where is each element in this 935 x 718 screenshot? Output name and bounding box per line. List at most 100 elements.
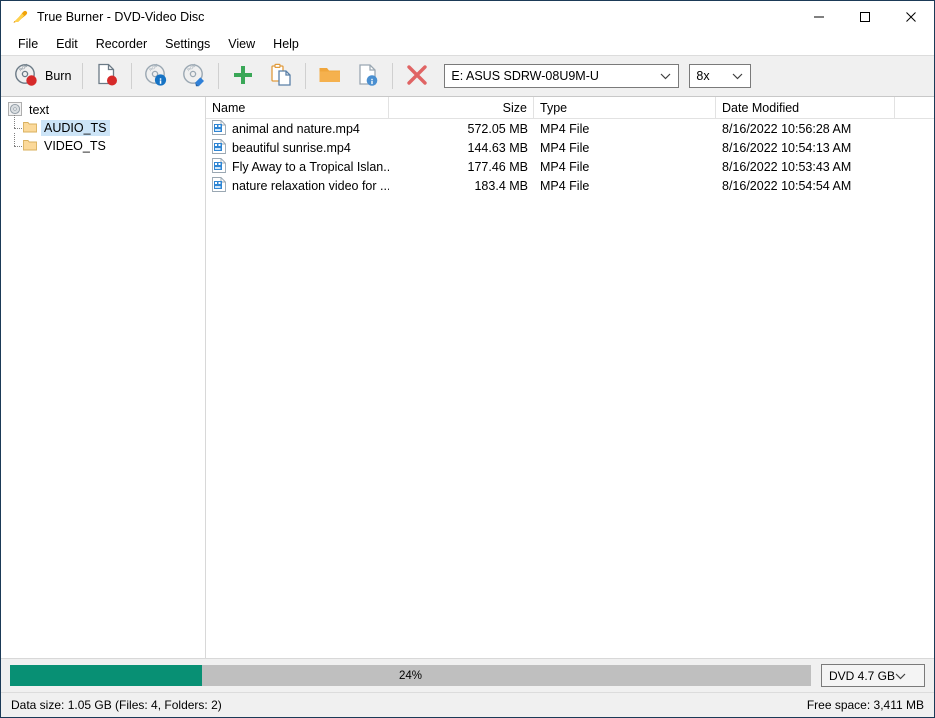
file-size-cell: 144.63 MB bbox=[389, 138, 534, 157]
file-info-icon bbox=[355, 62, 381, 91]
file-type-cell: MP4 File bbox=[534, 119, 716, 138]
video-file-icon bbox=[212, 158, 226, 176]
file-date-cell: 8/16/2022 10:53:43 AM bbox=[716, 157, 895, 176]
folder-icon bbox=[23, 138, 37, 154]
menu-recorder[interactable]: Recorder bbox=[87, 35, 156, 53]
file-date-cell: 8/16/2022 10:54:54 AM bbox=[716, 176, 895, 195]
file-list: Name Size Type Date Modified bbox=[206, 97, 934, 658]
paste-button[interactable] bbox=[262, 58, 300, 94]
file-size-cell: 183.4 MB bbox=[389, 176, 534, 195]
chevron-down-icon bbox=[732, 69, 743, 83]
folder-icon bbox=[317, 62, 343, 91]
file-info-button[interactable] bbox=[349, 58, 387, 94]
menu-view[interactable]: View bbox=[219, 35, 264, 53]
menu-bar: File Edit Recorder Settings View Help bbox=[1, 32, 934, 55]
folder-tree[interactable]: text AUDIO_TS VIDEO_TS bbox=[1, 97, 206, 658]
menu-help[interactable]: Help bbox=[264, 35, 308, 53]
burn-button[interactable]: ROM Burn bbox=[7, 58, 77, 94]
status-free-space: Free space: 3,411 MB bbox=[807, 698, 924, 712]
media-type-select[interactable]: DVD 4.7 GB bbox=[821, 664, 925, 687]
table-row[interactable]: Fly Away to a Tropical Islan... 177.46 M… bbox=[206, 157, 934, 176]
drive-select[interactable]: E: ASUS SDRW-08U9M-U bbox=[444, 64, 679, 88]
speed-select[interactable]: 8x bbox=[689, 64, 751, 88]
file-name-cell: Fly Away to a Tropical Islan... bbox=[206, 157, 389, 176]
file-type-cell: MP4 File bbox=[534, 157, 716, 176]
table-row[interactable]: nature relaxation video for ... 183.4 MB… bbox=[206, 176, 934, 195]
app-icon bbox=[10, 7, 30, 27]
window-controls bbox=[796, 1, 934, 32]
media-type-value: DVD 4.7 GB bbox=[829, 669, 895, 683]
tree-item-audio-ts[interactable]: AUDIO_TS bbox=[1, 119, 205, 137]
main-area: text AUDIO_TS VIDEO_TS bbox=[1, 97, 934, 658]
menu-file[interactable]: File bbox=[9, 35, 47, 53]
new-disc-project-icon bbox=[94, 62, 120, 91]
file-date-cell: 8/16/2022 10:54:13 AM bbox=[716, 138, 895, 157]
capacity-progress: 24% bbox=[10, 665, 811, 686]
maximize-button[interactable] bbox=[842, 1, 888, 32]
erase-disc-button[interactable]: ROM bbox=[175, 58, 213, 94]
paste-clipboard-icon bbox=[268, 62, 294, 91]
disc-info-icon: ROM bbox=[143, 62, 169, 91]
video-file-icon bbox=[212, 139, 226, 157]
status-data-size: Data size: 1.05 GB (Files: 4, Folders: 2… bbox=[11, 698, 222, 712]
file-name-cell: beautiful sunrise.mp4 bbox=[206, 138, 389, 157]
chevron-down-icon bbox=[895, 669, 906, 683]
table-row[interactable]: beautiful sunrise.mp4 144.63 MB MP4 File… bbox=[206, 138, 934, 157]
title-bar: True Burner - DVD-Video Disc bbox=[1, 1, 934, 32]
file-name-text: nature relaxation video for ... bbox=[232, 179, 389, 193]
column-header-size[interactable]: Size bbox=[389, 97, 534, 118]
tree-item-video-ts[interactable]: VIDEO_TS bbox=[1, 137, 205, 155]
svg-text:ROM: ROM bbox=[18, 62, 29, 72]
burn-button-label: Burn bbox=[45, 69, 71, 83]
file-size-cell: 572.05 MB bbox=[389, 119, 534, 138]
svg-text:ROM: ROM bbox=[149, 62, 160, 72]
file-name-cell: animal and nature.mp4 bbox=[206, 119, 389, 138]
add-plus-icon bbox=[230, 62, 256, 91]
file-date-cell: 8/16/2022 10:56:28 AM bbox=[716, 119, 895, 138]
toolbar-separator bbox=[82, 63, 83, 89]
file-type-cell: MP4 File bbox=[534, 138, 716, 157]
column-header-date-modified[interactable]: Date Modified bbox=[716, 97, 895, 118]
menu-settings[interactable]: Settings bbox=[156, 35, 219, 53]
tree-item-root[interactable]: text bbox=[1, 101, 205, 119]
close-button[interactable] bbox=[888, 1, 934, 32]
tree-item-root-label: text bbox=[26, 102, 52, 118]
app-window: True Burner - DVD-Video Disc File Edit R… bbox=[0, 0, 935, 718]
toolbar-separator bbox=[392, 63, 393, 89]
new-folder-button[interactable] bbox=[311, 58, 349, 94]
file-list-header: Name Size Type Date Modified bbox=[206, 97, 934, 119]
file-type-cell: MP4 File bbox=[534, 176, 716, 195]
tree-item-audio-ts-label: AUDIO_TS bbox=[41, 120, 110, 136]
new-disc-project-button[interactable] bbox=[88, 58, 126, 94]
window-title: True Burner - DVD-Video Disc bbox=[37, 10, 204, 24]
status-bar: Data size: 1.05 GB (Files: 4, Folders: 2… bbox=[1, 692, 934, 717]
delete-button[interactable] bbox=[398, 58, 436, 94]
column-header-name[interactable]: Name bbox=[206, 97, 389, 118]
toolbar: ROM Burn ROM bbox=[1, 55, 934, 97]
folder-icon bbox=[23, 120, 37, 136]
file-name-text: animal and nature.mp4 bbox=[232, 122, 360, 136]
toolbar-separator bbox=[305, 63, 306, 89]
capacity-bar: 24% DVD 4.7 GB bbox=[1, 658, 934, 692]
erase-disc-icon: ROM bbox=[181, 62, 207, 91]
file-size-cell: 177.46 MB bbox=[389, 157, 534, 176]
menu-edit[interactable]: Edit bbox=[47, 35, 87, 53]
video-file-icon bbox=[212, 120, 226, 138]
column-header-type[interactable]: Type bbox=[534, 97, 716, 118]
burn-disc-icon: ROM bbox=[13, 62, 39, 91]
delete-x-icon bbox=[404, 62, 430, 91]
speed-select-value: 8x bbox=[696, 69, 709, 83]
video-file-icon bbox=[212, 177, 226, 195]
capacity-progress-label: 24% bbox=[10, 665, 811, 686]
minimize-button[interactable] bbox=[796, 1, 842, 32]
svg-text:ROM: ROM bbox=[187, 62, 198, 72]
file-name-text: Fly Away to a Tropical Islan... bbox=[232, 160, 389, 174]
chevron-down-icon bbox=[660, 69, 671, 83]
file-name-cell: nature relaxation video for ... bbox=[206, 176, 389, 195]
drive-select-value: E: ASUS SDRW-08U9M-U bbox=[451, 69, 599, 83]
toolbar-separator bbox=[218, 63, 219, 89]
toolbar-separator bbox=[131, 63, 132, 89]
disc-info-button[interactable]: ROM bbox=[137, 58, 175, 94]
table-row[interactable]: animal and nature.mp4 572.05 MB MP4 File… bbox=[206, 119, 934, 138]
add-files-button[interactable] bbox=[224, 58, 262, 94]
